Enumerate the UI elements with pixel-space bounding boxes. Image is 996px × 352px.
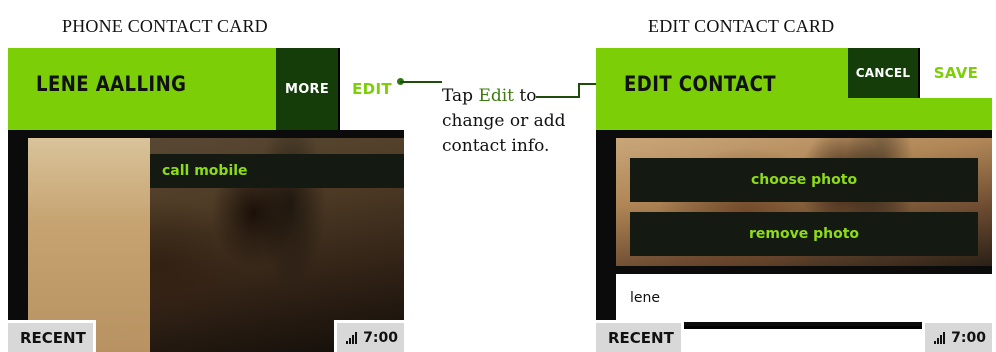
choose-photo-button[interactable]: choose photo [630, 158, 978, 202]
signal-strength-icon [346, 331, 358, 344]
title-bar: EDIT CONTACT CANCEL SAVE [596, 48, 992, 130]
status-time: 7:00 [951, 329, 986, 346]
status-time: 7:00 [363, 329, 398, 346]
callout-line-right [536, 96, 578, 98]
contact-name-title: LENE AALLING [36, 72, 187, 96]
remove-photo-button[interactable]: remove photo [630, 212, 978, 256]
phone-contact-card-screen: LENE AALLING MORE EDIT call mobile RECEN… [8, 48, 404, 352]
edit-contact-card-screen: EDIT CONTACT CANCEL SAVE choose photo re… [596, 48, 992, 352]
next-field[interactable] [682, 326, 934, 352]
recent-button[interactable]: RECENT [8, 320, 96, 352]
edit-contact-card-heading: EDIT CONTACT CARD [648, 16, 835, 36]
phone-contact-card-heading: PHONE CONTACT CARD [62, 16, 268, 36]
edit-contact-title: EDIT CONTACT [624, 72, 777, 96]
cancel-button[interactable]: CANCEL [848, 48, 920, 98]
recent-button[interactable]: RECENT [596, 320, 684, 352]
status-bar: 7:00 [922, 320, 992, 352]
save-button[interactable]: SAVE [920, 48, 992, 98]
more-button[interactable]: MORE [276, 48, 340, 130]
status-bar: 7:00 [334, 320, 404, 352]
title-bar: LENE AALLING MORE EDIT [8, 48, 404, 130]
edit-button[interactable]: EDIT [340, 48, 404, 130]
callout-line-left [400, 81, 442, 83]
signal-strength-icon [934, 331, 946, 344]
edit-callout-highlight: Edit [478, 86, 515, 106]
call-mobile-button[interactable]: call mobile [150, 154, 404, 188]
first-name-field[interactable]: lene [616, 274, 992, 322]
